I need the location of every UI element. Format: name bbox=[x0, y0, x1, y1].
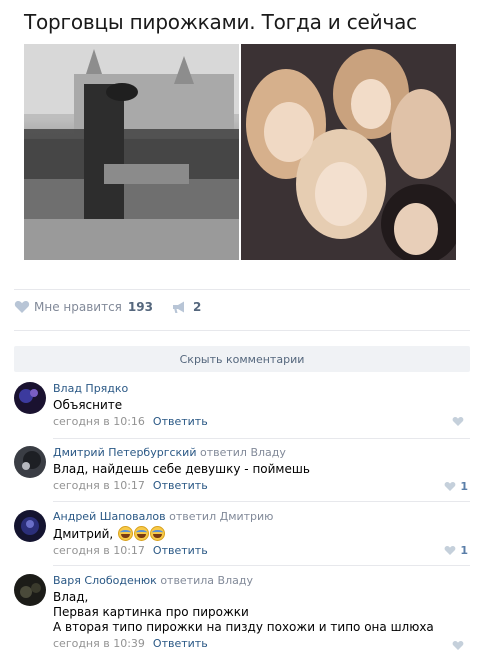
like-label: Мне нравится bbox=[34, 300, 122, 314]
comment-time[interactable]: сегодня в 10:17 bbox=[53, 479, 145, 492]
reply-button[interactable]: Ответить bbox=[153, 637, 208, 650]
comment-like-button[interactable] bbox=[452, 416, 468, 427]
comment-item: Влад Прядко Объясните сегодня в 10:16 Отв… bbox=[14, 382, 470, 428]
comment-time[interactable]: сегодня в 10:39 bbox=[53, 637, 145, 650]
comment-reply-to[interactable]: ответил Дмитрию bbox=[169, 510, 273, 523]
heart-icon bbox=[452, 417, 464, 426]
like-count: 193 bbox=[127, 300, 153, 314]
share-count: 2 bbox=[192, 300, 202, 314]
hide-comments-button[interactable]: Скрыть комментарии bbox=[14, 346, 470, 372]
comment-author[interactable]: Андрей Шаповалов bbox=[53, 510, 166, 523]
avatar[interactable] bbox=[14, 574, 46, 606]
comment-text: Влад, bbox=[53, 590, 89, 604]
comment-text-line: Дмитрий, bbox=[53, 526, 470, 542]
comment-like-count: 1 bbox=[460, 480, 468, 493]
heart-icon bbox=[444, 482, 456, 491]
comment-text: Влад, найдешь себе девушку - поймешь bbox=[53, 462, 310, 476]
avatar[interactable] bbox=[14, 510, 46, 542]
comment-item: Дмитрий Петербургский ответил Владу Влад… bbox=[14, 446, 470, 493]
heart-icon bbox=[444, 546, 456, 555]
comment-text: Объясните bbox=[53, 398, 123, 412]
comment-like-button[interactable]: 1 bbox=[444, 544, 468, 557]
post-title: Торговцы пирожками. Тогда и сейчас bbox=[24, 10, 417, 34]
comment-time[interactable]: сегодня в 10:16 bbox=[53, 415, 145, 428]
laughing-emoji-icon bbox=[134, 526, 150, 541]
comment-author[interactable]: Дмитрий Петербургский bbox=[53, 446, 196, 459]
post-actions: Мне нравится 193 2 bbox=[14, 300, 219, 314]
comment-like-button[interactable]: 1 bbox=[444, 480, 468, 493]
laughing-emoji-icon bbox=[150, 526, 166, 541]
like-button[interactable]: Мне нравится 193 bbox=[14, 300, 153, 314]
share-button[interactable]: 2 bbox=[171, 300, 201, 314]
heart-icon bbox=[14, 301, 30, 313]
comment-like-count: 1 bbox=[460, 544, 468, 557]
comment-divider bbox=[53, 438, 470, 439]
divider bbox=[14, 289, 470, 290]
avatar[interactable] bbox=[14, 446, 46, 478]
reply-button[interactable]: Ответить bbox=[153, 479, 208, 492]
comment-author[interactable]: Влад Прядко bbox=[53, 382, 128, 395]
comment-text: Дмитрий, bbox=[53, 527, 114, 541]
avatar[interactable] bbox=[14, 382, 46, 414]
comment-reply-to[interactable]: ответил Владу bbox=[200, 446, 286, 459]
photo-old-merchants[interactable] bbox=[24, 44, 239, 260]
comment-author[interactable]: Варя Слободенюк bbox=[53, 574, 157, 587]
old-market-illustration bbox=[24, 44, 239, 260]
comment-item: Андрей Шаповалов ответил Дмитрию Дмитрий… bbox=[14, 510, 470, 557]
divider bbox=[14, 330, 470, 331]
comment-text: Первая картинка про пирожки bbox=[53, 605, 249, 619]
comment-reply-to[interactable]: ответила Владу bbox=[160, 574, 253, 587]
comment-like-button[interactable] bbox=[452, 640, 468, 651]
photo-new-girls-selfie[interactable] bbox=[241, 44, 456, 260]
selfie-illustration bbox=[241, 44, 456, 260]
comment-item: Варя Слободенюк ответила Владу Влад, Пер… bbox=[14, 574, 470, 654]
megaphone-icon bbox=[172, 301, 184, 313]
comment-time[interactable]: сегодня в 10:17 bbox=[53, 544, 145, 557]
reply-button[interactable]: Ответить bbox=[153, 544, 208, 557]
post-photos[interactable] bbox=[24, 44, 456, 260]
reply-button[interactable]: Ответить bbox=[153, 415, 208, 428]
comment-text: А вторая типо пирожки на пизду похожи и … bbox=[53, 620, 434, 634]
comment-divider bbox=[53, 501, 470, 502]
laughing-emoji-icon bbox=[118, 526, 134, 541]
comment-divider bbox=[53, 565, 470, 566]
heart-icon bbox=[452, 641, 464, 650]
